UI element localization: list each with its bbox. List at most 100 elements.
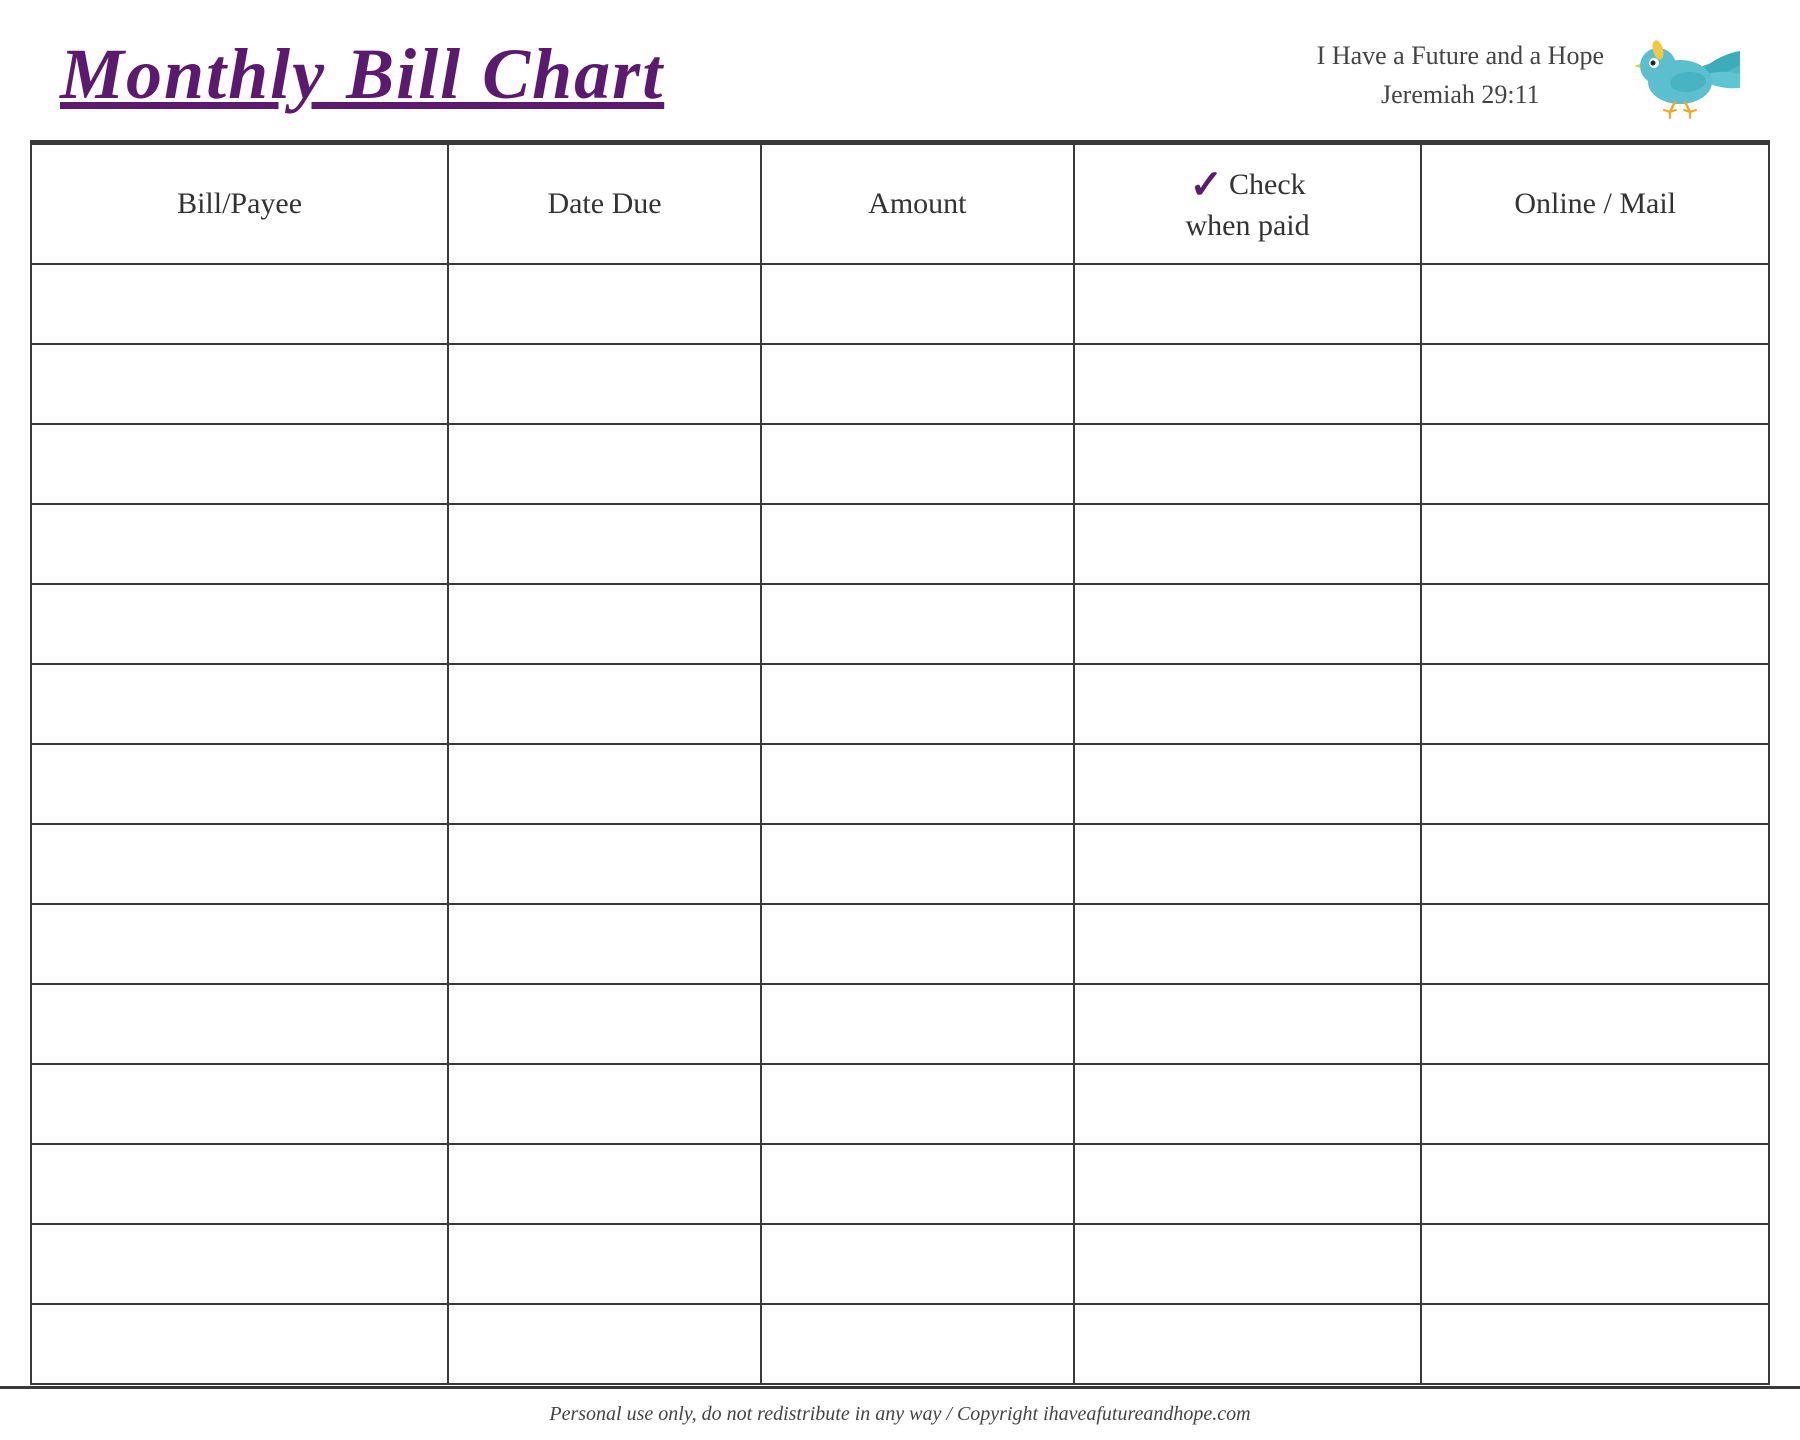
table-row <box>31 424 1769 504</box>
table-cell <box>31 264 448 344</box>
table-cell <box>761 824 1074 904</box>
table-cell <box>1421 824 1769 904</box>
scripture-line1: I Have a Future and a Hope <box>1317 36 1604 75</box>
table-cell <box>761 1304 1074 1384</box>
table-cell <box>31 1304 448 1384</box>
col-online-mail: Online / Mail <box>1421 144 1769 264</box>
table-cell <box>448 744 761 824</box>
table-cell <box>1421 504 1769 584</box>
scripture-block: I Have a Future and a Hope Jeremiah 29:1… <box>1317 36 1604 114</box>
table-cell <box>1421 1224 1769 1304</box>
header-right: I Have a Future and a Hope Jeremiah 29:1… <box>1317 30 1740 120</box>
table-cell <box>31 904 448 984</box>
table-row <box>31 584 1769 664</box>
checkmark-icon: ✓ <box>1189 165 1223 205</box>
table-cell <box>31 824 448 904</box>
table-cell <box>31 664 448 744</box>
table-cell <box>761 664 1074 744</box>
table-row <box>31 1224 1769 1304</box>
bill-chart-table: Bill/Payee Date Due Amount ✓ Check <box>30 143 1770 1385</box>
table-cell <box>1421 584 1769 664</box>
footer: Personal use only, do not redistribute i… <box>0 1386 1800 1440</box>
table-cell <box>1074 424 1422 504</box>
table-cell <box>761 584 1074 664</box>
table-cell <box>761 744 1074 824</box>
table-cell <box>761 904 1074 984</box>
scripture-line2: Jeremiah 29:11 <box>1317 75 1604 114</box>
table-cell <box>1421 1064 1769 1144</box>
table-cell <box>31 984 448 1064</box>
footer-text: Personal use only, do not redistribute i… <box>549 1403 1250 1425</box>
table-cell <box>1421 424 1769 504</box>
table-cell <box>1074 744 1422 824</box>
table-cell <box>1421 264 1769 344</box>
check-label-top: Check <box>1229 168 1306 202</box>
table-cell <box>1421 1144 1769 1224</box>
table-cell <box>448 344 761 424</box>
col-bill-payee: Bill/Payee <box>31 144 448 264</box>
table-cell <box>448 424 761 504</box>
header: Monthly Bill Chart I Have a Future and a… <box>0 0 1800 140</box>
table-cell <box>448 904 761 984</box>
table-cell <box>1074 904 1422 984</box>
table-cell <box>1074 664 1422 744</box>
bird-icon <box>1620 30 1740 120</box>
col-check-when-paid: ✓ Check when paid <box>1074 144 1422 264</box>
table-cell <box>31 744 448 824</box>
table-row <box>31 904 1769 984</box>
table-row <box>31 344 1769 424</box>
table-cell <box>448 584 761 664</box>
table-cell <box>1074 1064 1422 1144</box>
table-cell <box>31 1224 448 1304</box>
table-cell <box>448 1144 761 1224</box>
table-row <box>31 824 1769 904</box>
table-cell <box>448 1064 761 1144</box>
table-cell <box>448 504 761 584</box>
table-cell <box>761 1144 1074 1224</box>
col-amount: Amount <box>761 144 1074 264</box>
table-cell <box>1421 904 1769 984</box>
page-title: Monthly Bill Chart <box>60 35 664 114</box>
table-cell <box>1074 264 1422 344</box>
table-cell <box>761 984 1074 1064</box>
col-date-due: Date Due <box>448 144 761 264</box>
table-cell <box>761 504 1074 584</box>
table-cell <box>1074 584 1422 664</box>
table-cell <box>1074 504 1422 584</box>
table-cell <box>1074 344 1422 424</box>
table-cell <box>448 664 761 744</box>
table-row <box>31 664 1769 744</box>
table-cell <box>761 424 1074 504</box>
table-row <box>31 1144 1769 1224</box>
check-label-bottom: when paid <box>1185 209 1309 243</box>
table-row <box>31 264 1769 344</box>
title-block: Monthly Bill Chart <box>60 35 664 114</box>
table-container: Bill/Payee Date Due Amount ✓ Check <box>0 143 1800 1386</box>
table-cell <box>448 1224 761 1304</box>
table-cell <box>1421 344 1769 424</box>
table-row <box>31 1304 1769 1384</box>
table-cell <box>1074 1304 1422 1384</box>
table-cell <box>1074 1224 1422 1304</box>
table-cell <box>448 824 761 904</box>
table-cell <box>448 264 761 344</box>
table-body <box>31 264 1769 1384</box>
table-cell <box>31 344 448 424</box>
table-row <box>31 1064 1769 1144</box>
table-cell <box>1074 824 1422 904</box>
table-cell <box>1074 984 1422 1064</box>
table-cell <box>31 1064 448 1144</box>
table-row <box>31 744 1769 824</box>
table-cell <box>1421 744 1769 824</box>
table-cell <box>31 1144 448 1224</box>
table-row <box>31 984 1769 1064</box>
table-cell <box>448 984 761 1064</box>
table-row <box>31 504 1769 584</box>
table-cell <box>761 1064 1074 1144</box>
table-header-row: Bill/Payee Date Due Amount ✓ Check <box>31 144 1769 264</box>
table-cell <box>448 1304 761 1384</box>
table-cell <box>1421 664 1769 744</box>
page-wrapper: Monthly Bill Chart I Have a Future and a… <box>0 0 1800 1440</box>
table-cell <box>1421 1304 1769 1384</box>
table-cell <box>761 344 1074 424</box>
